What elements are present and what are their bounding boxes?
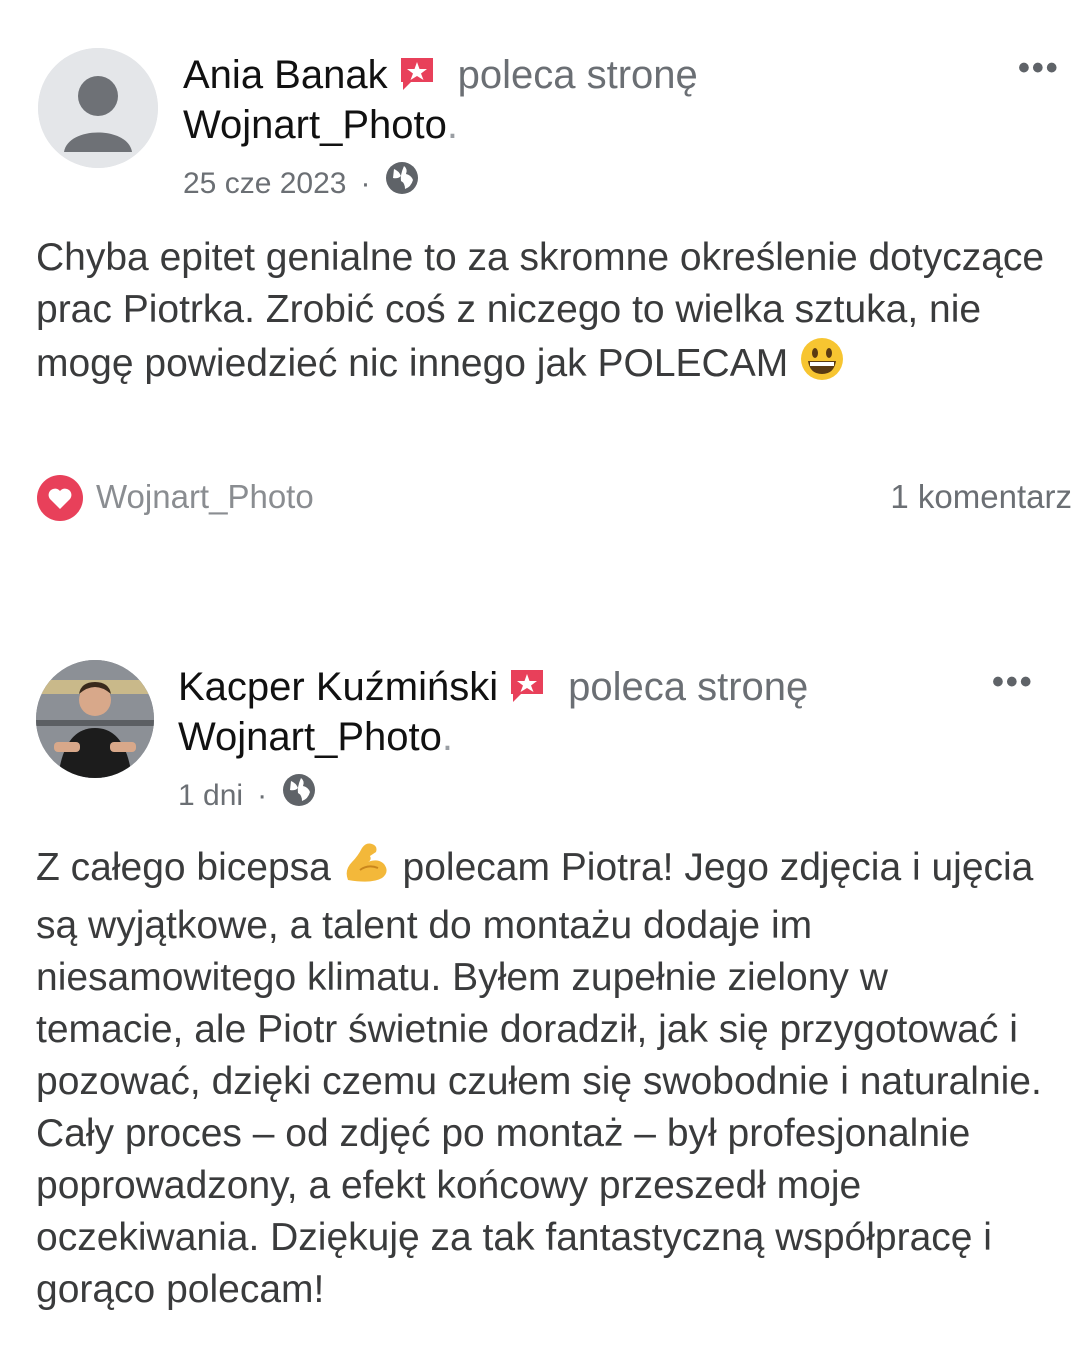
- review-meta: 25 cze 2023 ·: [183, 160, 420, 207]
- review-text-body: Chyba epitet genialne to za skromne okre…: [36, 236, 1045, 385]
- more-options-icon[interactable]: •••: [992, 665, 1034, 699]
- review-meta: 1 dni ·: [178, 772, 317, 819]
- heart-reaction-icon[interactable]: [36, 474, 84, 522]
- globe-icon: [384, 160, 420, 207]
- period: .: [446, 103, 458, 147]
- comments-count[interactable]: 1 komentarz: [890, 472, 1072, 522]
- page-name-line: Wojnart_Photo.: [183, 100, 458, 150]
- review-text-end: polecam Piotra! Jego zdjęcia i ujęcia są…: [36, 846, 1042, 1311]
- avatar[interactable]: [36, 660, 154, 778]
- user-photo-avatar: [36, 660, 154, 778]
- review-header: Kacper Kuźmiński poleca stronę: [178, 662, 808, 716]
- recommendation-badge-icon: [508, 666, 546, 716]
- review-date[interactable]: 1 dni: [178, 776, 243, 816]
- recommends-text: poleca stronę: [568, 665, 809, 709]
- review-header: Ania Banak poleca stronę: [183, 50, 698, 104]
- page-link[interactable]: Wojnart_Photo: [183, 103, 447, 147]
- grinning-face-emoji: [799, 336, 845, 396]
- recommendation-badge-icon: [398, 54, 436, 104]
- author-name[interactable]: Ania Banak: [183, 53, 388, 97]
- avatar[interactable]: [38, 48, 158, 168]
- period: .: [441, 715, 453, 759]
- review-text: Chyba epitet genialne to za skromne okre…: [36, 232, 1046, 396]
- recommends-text: poleca stronę: [457, 53, 698, 97]
- page-link[interactable]: Wojnart_Photo: [178, 715, 442, 759]
- reaction-page-name[interactable]: Wojnart_Photo: [96, 472, 314, 522]
- review-date[interactable]: 25 cze 2023: [183, 164, 346, 204]
- globe-icon: [281, 772, 317, 819]
- review-footer: Wojnart_Photo 1 komentarz: [36, 472, 1072, 522]
- default-profile-icon: [38, 48, 158, 168]
- meta-separator: ·: [257, 778, 268, 812]
- author-name[interactable]: Kacper Kuźmiński: [178, 665, 498, 709]
- more-options-icon[interactable]: •••: [1018, 51, 1060, 85]
- review-text: Z całego bicepsa polecam Piotra! Jego zd…: [36, 840, 1046, 1316]
- page-name-line: Wojnart_Photo.: [178, 712, 453, 762]
- review-text-start: Z całego bicepsa: [36, 846, 331, 889]
- flexed-biceps-emoji: [342, 840, 392, 900]
- meta-separator: ·: [360, 166, 371, 200]
